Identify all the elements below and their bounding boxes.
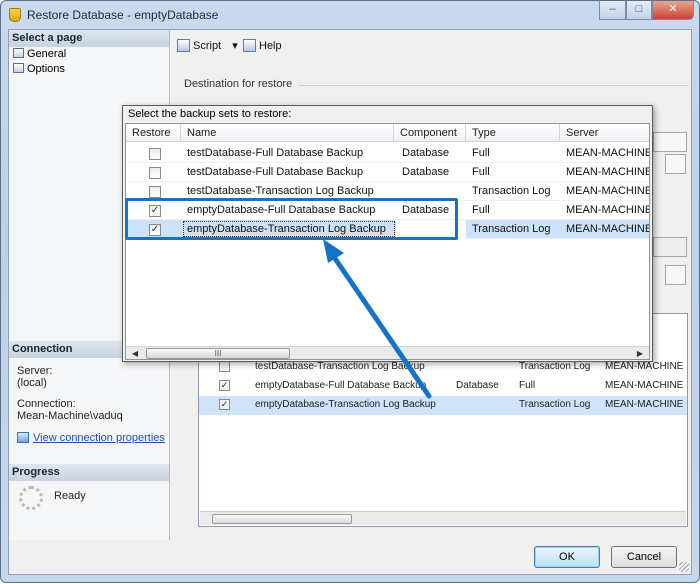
connection-label: Connection: — [17, 398, 76, 410]
title-bar[interactable]: Restore Database - emptyDatabase – □ ✕ — [1, 1, 699, 29]
progress-status: Ready — [54, 490, 86, 502]
page-options[interactable]: Options — [13, 62, 65, 76]
group-divider — [299, 85, 689, 86]
restore-checkbox[interactable] — [149, 167, 161, 179]
row-server: MEAN-MACHINE — [566, 166, 649, 178]
restore-database-window: Restore Database - emptyDatabase – □ ✕ S… — [0, 0, 700, 583]
minimize-button[interactable]: – — [599, 1, 626, 20]
progress-spinner-icon — [19, 486, 43, 510]
row-type: Full — [472, 147, 490, 159]
help-button[interactable]: Help — [243, 38, 282, 54]
help-icon — [243, 39, 256, 52]
table-row[interactable]: ✓ emptyDatabase-Transaction Log Backup T… — [199, 396, 687, 415]
row-type: Full — [472, 166, 490, 178]
database-icon — [9, 8, 21, 22]
restore-checkbox[interactable] — [219, 361, 230, 372]
connection-value: Mean-Machine\vaduq — [17, 410, 123, 422]
view-connection-properties[interactable]: View connection properties — [17, 432, 165, 444]
progress-header: Progress — [9, 464, 169, 481]
grid-header: Restore Name Component Type Server — [126, 124, 649, 142]
row-server: MEAN-MACHINE — [566, 223, 649, 235]
source-browse-button[interactable] — [665, 265, 686, 285]
scroll-left-icon[interactable]: ◀ — [129, 347, 141, 360]
scroll-thumb[interactable]: III — [146, 348, 290, 359]
row-server: MEAN-MACHINE — [605, 380, 684, 391]
row-component: Database — [456, 380, 499, 391]
server-label: Server: — [17, 365, 53, 377]
restore-checkbox[interactable]: ✓ — [219, 380, 230, 391]
row-type: Full — [519, 380, 536, 391]
selection-highlight-box — [125, 198, 458, 240]
view-connection-link[interactable]: View connection properties — [33, 432, 165, 444]
row-server: MEAN-MACHINE — [566, 185, 649, 197]
page-icon — [13, 63, 24, 73]
scroll-thumb[interactable] — [212, 514, 352, 524]
table-row[interactable]: testDatabase-Full Database Backup Databa… — [126, 163, 649, 182]
row-type: Transaction Log — [472, 223, 551, 235]
page-general-label: General — [27, 48, 67, 60]
browse-button[interactable] — [665, 154, 686, 174]
column-header-type[interactable]: Type — [466, 124, 560, 142]
database-dropdown[interactable] — [653, 132, 687, 152]
page-general[interactable]: General — [13, 47, 66, 61]
close-button[interactable]: ✕ — [652, 1, 694, 20]
source-dropdown[interactable] — [653, 237, 687, 257]
destination-group-label: Destination for restore — [184, 78, 293, 90]
help-label: Help — [259, 40, 282, 52]
row-type: Transaction Log — [472, 185, 551, 197]
row-component: Database — [402, 147, 450, 159]
resize-grip-icon[interactable] — [679, 562, 689, 572]
cancel-button[interactable]: Cancel — [611, 546, 677, 568]
horizontal-scrollbar[interactable]: ◀ III ▶ — [126, 346, 649, 359]
row-type: Transaction Log — [519, 399, 591, 410]
row-server: MEAN-MACHINE — [605, 399, 684, 410]
properties-icon — [17, 432, 29, 443]
table-row[interactable]: ✓ emptyDatabase-Full Database Backup Dat… — [199, 377, 687, 396]
script-label: Script — [193, 40, 222, 52]
row-name: testDatabase-Full Database Backup — [187, 166, 364, 178]
script-icon — [177, 39, 190, 52]
window-title: Restore Database - emptyDatabase — [27, 8, 219, 22]
ok-button[interactable]: OK — [534, 546, 600, 568]
script-dropdown-icon[interactable]: ▾ — [232, 40, 238, 52]
scroll-right-icon[interactable]: ▶ — [634, 347, 646, 360]
page-icon — [13, 48, 24, 58]
backup-sets-grid: Restore Name Component Type Server testD… — [125, 123, 650, 360]
table-row[interactable]: testDatabase-Full Database Backup Databa… — [126, 144, 649, 163]
script-button[interactable]: Script ▾ — [177, 38, 238, 54]
row-type: Full — [472, 204, 490, 216]
row-component: Database — [402, 166, 450, 178]
column-header-server[interactable]: Server — [560, 124, 649, 142]
row-server: MEAN-MACHINE — [605, 361, 684, 372]
restore-checkbox[interactable] — [149, 186, 161, 198]
page-options-label: Options — [27, 63, 65, 75]
server-value: (local) — [17, 377, 47, 389]
column-header-restore[interactable]: Restore — [126, 124, 181, 142]
backup-sets-title: Select the backup sets to restore: — [128, 108, 292, 120]
restore-checkbox[interactable] — [149, 148, 161, 160]
background-horizontal-scrollbar[interactable] — [200, 511, 686, 525]
select-page-header: Select a page — [9, 30, 169, 47]
row-type: Transaction Log — [519, 361, 591, 372]
maximize-button[interactable]: □ — [626, 1, 652, 20]
row-name: testDatabase-Full Database Backup — [187, 147, 364, 159]
row-server: MEAN-MACHINE — [566, 147, 649, 159]
row-name: emptyDatabase-Transaction Log Backup — [255, 399, 436, 410]
toolbar: Script ▾ Help — [171, 30, 691, 60]
column-header-name[interactable]: Name — [181, 124, 394, 142]
row-server: MEAN-MACHINE — [566, 204, 649, 216]
row-name: testDatabase-Transaction Log Backup — [255, 361, 425, 372]
restore-checkbox[interactable]: ✓ — [219, 399, 230, 410]
column-header-component[interactable]: Component — [394, 124, 466, 142]
row-name: emptyDatabase-Full Database Backup — [255, 380, 427, 391]
